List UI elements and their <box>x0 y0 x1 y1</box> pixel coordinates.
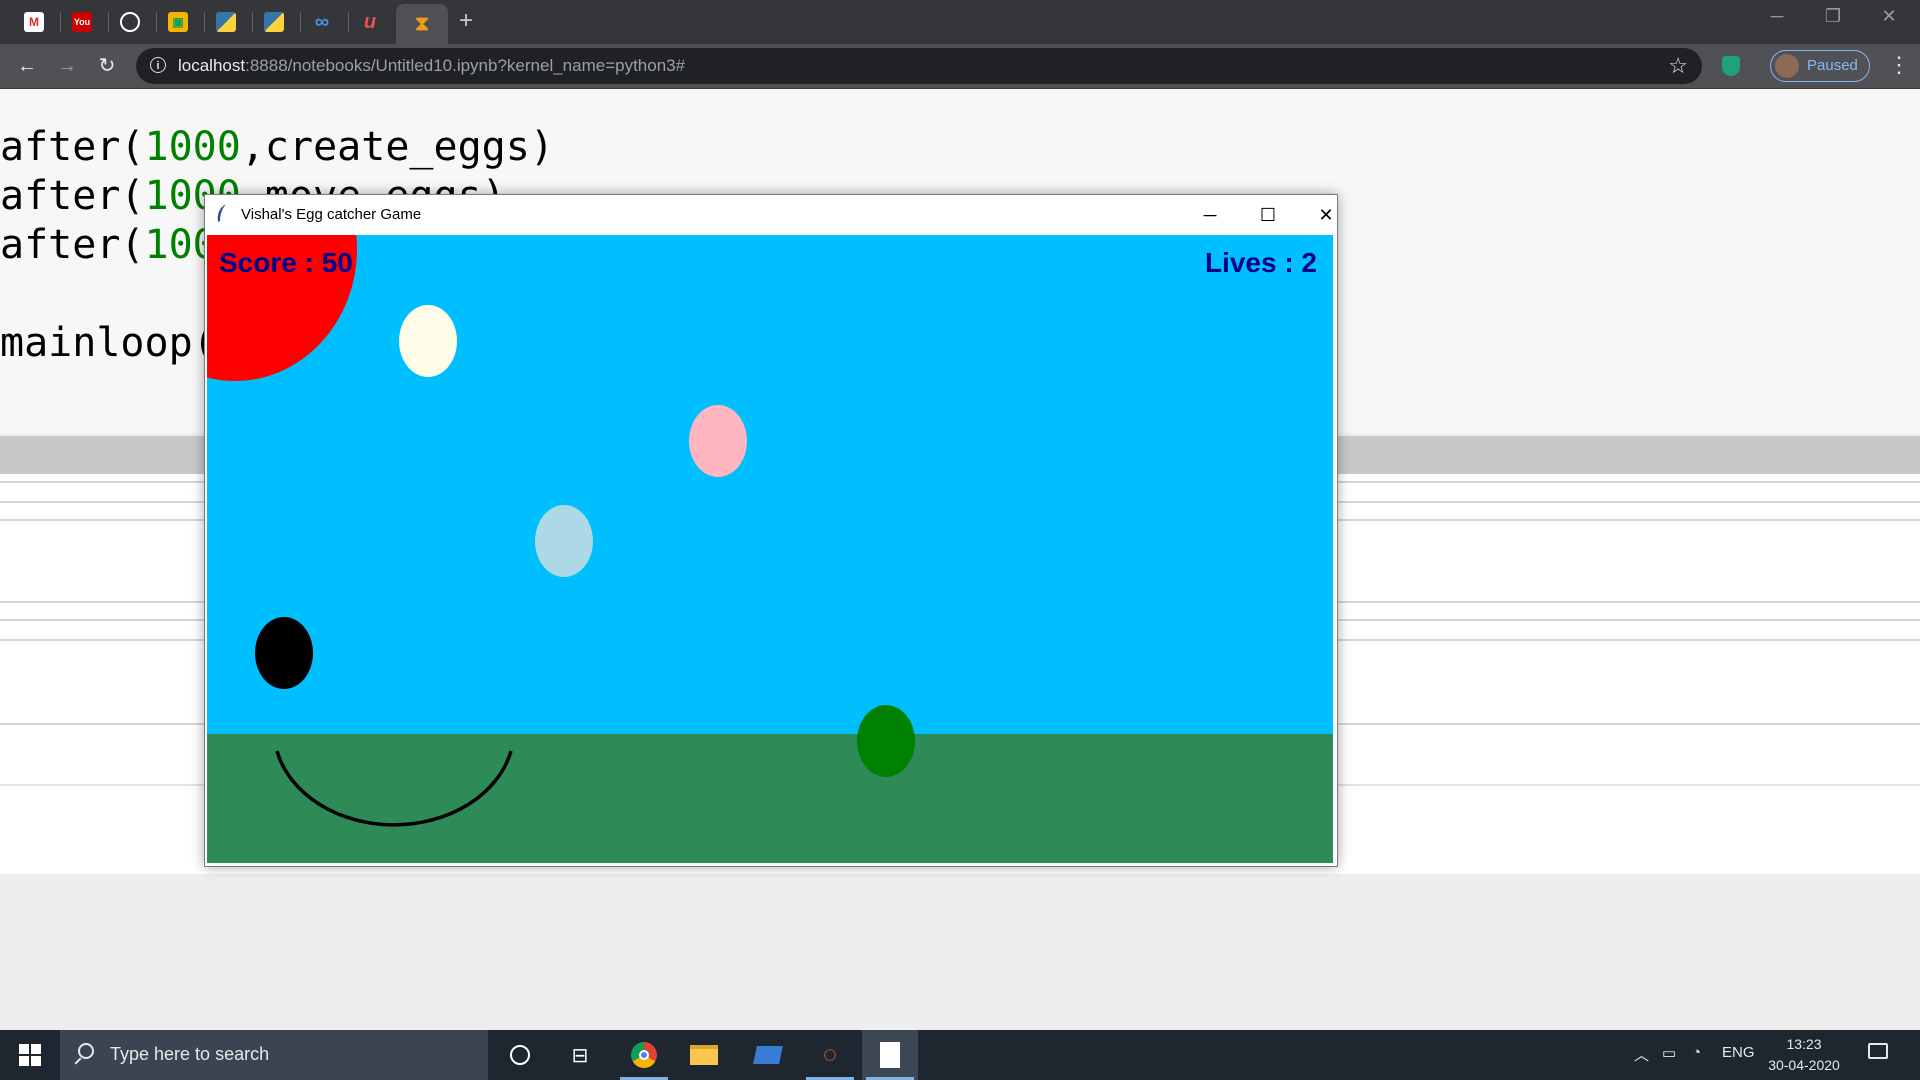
tab-infinity[interactable]: ∞ <box>302 5 342 39</box>
search-icon <box>78 1043 94 1059</box>
egg-cream <box>399 305 457 377</box>
windows-logo-icon <box>19 1044 41 1066</box>
taskbar: Type here to search ⊟ ◌ ︿ ▭ ◔ ENG 13:23 3… <box>0 1030 1920 1080</box>
extension-shield-icon[interactable] <box>1722 56 1740 76</box>
close-icon[interactable]: ✕ <box>1866 6 1912 27</box>
profile-status: Paused <box>1807 57 1858 74</box>
restore-icon[interactable]: ❐ <box>1810 6 1856 27</box>
battery-icon[interactable]: ▭ <box>1662 1044 1676 1062</box>
tab-separator <box>156 12 157 32</box>
egg-lightblue <box>535 505 593 577</box>
tab-separator <box>348 12 349 32</box>
tab-udemy[interactable]: u <box>350 5 390 39</box>
search-icon-handle <box>74 1057 82 1065</box>
avatar <box>1775 54 1799 78</box>
score-label: Score : 50 <box>219 247 353 278</box>
tab-photos[interactable]: ▣ <box>158 5 198 39</box>
infinity-icon: ∞ <box>314 10 330 33</box>
taskbar-remote-app[interactable] <box>740 1030 796 1080</box>
gmail-icon: M <box>24 12 44 32</box>
profile-button[interactable]: Paused <box>1770 50 1870 82</box>
tab-python-2[interactable] <box>254 5 294 39</box>
url-text[interactable]: localhost:8888/notebooks/Untitled10.ipyn… <box>178 56 685 76</box>
minimize-icon[interactable]: ─ <box>1187 201 1233 229</box>
game-title-bar[interactable]: Vishal's Egg catcher Game ─ ☐ ✕ <box>205 195 1337 233</box>
tab-active-hourglass[interactable]: ⧗ <box>396 4 448 44</box>
lives-label: Lives : 2 <box>1204 247 1317 278</box>
chevron-up-icon[interactable]: ︿ <box>1634 1044 1649 1065</box>
close-icon[interactable]: ✕ <box>1303 201 1349 229</box>
menu-kebab-icon[interactable]: ⋮ <box>1888 52 1910 78</box>
tab-separator <box>204 12 205 32</box>
cortana-button[interactable] <box>492 1030 548 1080</box>
game-canvas[interactable]: Score : 50 Lives : 2 <box>207 235 1333 863</box>
start-button[interactable] <box>0 1030 60 1080</box>
taskbar-jupyter[interactable]: ◌ <box>802 1030 858 1080</box>
taskbar-file-explorer[interactable] <box>676 1030 732 1080</box>
bookmark-star-icon[interactable]: ☆ <box>1668 53 1688 79</box>
youtube-icon: You <box>72 12 92 32</box>
address-bar[interactable]: i localhost:8888/notebooks/Untitled10.ip… <box>136 48 1702 84</box>
browser-toolbar: ← → ↻ i localhost:8888/notebooks/Untitle… <box>0 44 1920 89</box>
url-host: localhost <box>178 56 246 75</box>
tab-youtube[interactable]: You <box>62 5 102 39</box>
game-window: Vishal's Egg catcher Game ─ ☐ ✕ Score : … <box>204 194 1338 867</box>
code-line-1: after(1000,create_eggs) <box>0 124 554 170</box>
language-indicator[interactable]: ENG <box>1722 1044 1755 1061</box>
folder-icon <box>690 1045 718 1065</box>
task-view-button[interactable]: ⊟ <box>552 1030 608 1080</box>
tab-python-1[interactable] <box>206 5 246 39</box>
python-icon <box>264 12 284 32</box>
tab-gmail[interactable]: M <box>14 5 54 39</box>
clock-time: 13:23 <box>1786 1036 1822 1052</box>
notification-icon[interactable] <box>1868 1043 1888 1059</box>
document-icon <box>880 1042 900 1068</box>
hourglass-icon: ⧗ <box>414 12 430 35</box>
game-window-title: Vishal's Egg catcher Game <box>241 206 422 223</box>
browser-tab-strip: M You ▣ ∞ u ⧗ + ─ ❐ ✕ <box>0 0 1920 44</box>
wifi-icon[interactable]: ◔ <box>1692 1044 1701 1061</box>
task-view-icon: ⊟ <box>571 1044 589 1067</box>
new-tab-button[interactable]: + <box>452 8 480 36</box>
tab-separator <box>252 12 253 32</box>
feather-icon <box>217 204 226 222</box>
tab-github[interactable] <box>110 5 150 39</box>
taskbar-tk-window[interactable] <box>862 1030 918 1080</box>
sky <box>207 235 1333 734</box>
reload-icon[interactable]: ↻ <box>92 52 122 80</box>
photos-icon: ▣ <box>168 12 188 32</box>
udemy-icon: u <box>363 10 377 33</box>
egg-pink <box>689 405 747 477</box>
maximize-icon[interactable]: ☐ <box>1245 201 1291 229</box>
forward-arrow-icon[interactable]: → <box>52 52 82 80</box>
python-icon <box>216 12 236 32</box>
github-icon <box>120 12 140 32</box>
taskbar-search-box[interactable]: Type here to search <box>60 1030 488 1080</box>
jupyter-icon: ◌ <box>822 1041 838 1068</box>
url-path: :8888/notebooks/Untitled10.ipynb?kernel_… <box>245 56 686 75</box>
taskbar-clock[interactable]: 13:23 30-04-2020 <box>1758 1034 1850 1076</box>
catcher-basket[interactable] <box>275 747 513 845</box>
info-icon[interactable]: i <box>150 57 166 73</box>
cortana-circle-icon <box>510 1045 530 1065</box>
tab-separator <box>300 12 301 32</box>
clock-date: 30-04-2020 <box>1768 1057 1840 1073</box>
laptop-icon <box>753 1046 783 1064</box>
egg-black <box>255 617 313 689</box>
tab-separator <box>60 12 61 32</box>
back-arrow-icon[interactable]: ← <box>12 52 42 80</box>
tab-separator <box>108 12 109 32</box>
minimize-icon[interactable]: ─ <box>1754 6 1800 27</box>
taskbar-chrome[interactable] <box>616 1030 672 1080</box>
egg-green <box>857 705 915 777</box>
chrome-icon <box>631 1042 657 1068</box>
search-placeholder: Type here to search <box>110 1044 270 1064</box>
